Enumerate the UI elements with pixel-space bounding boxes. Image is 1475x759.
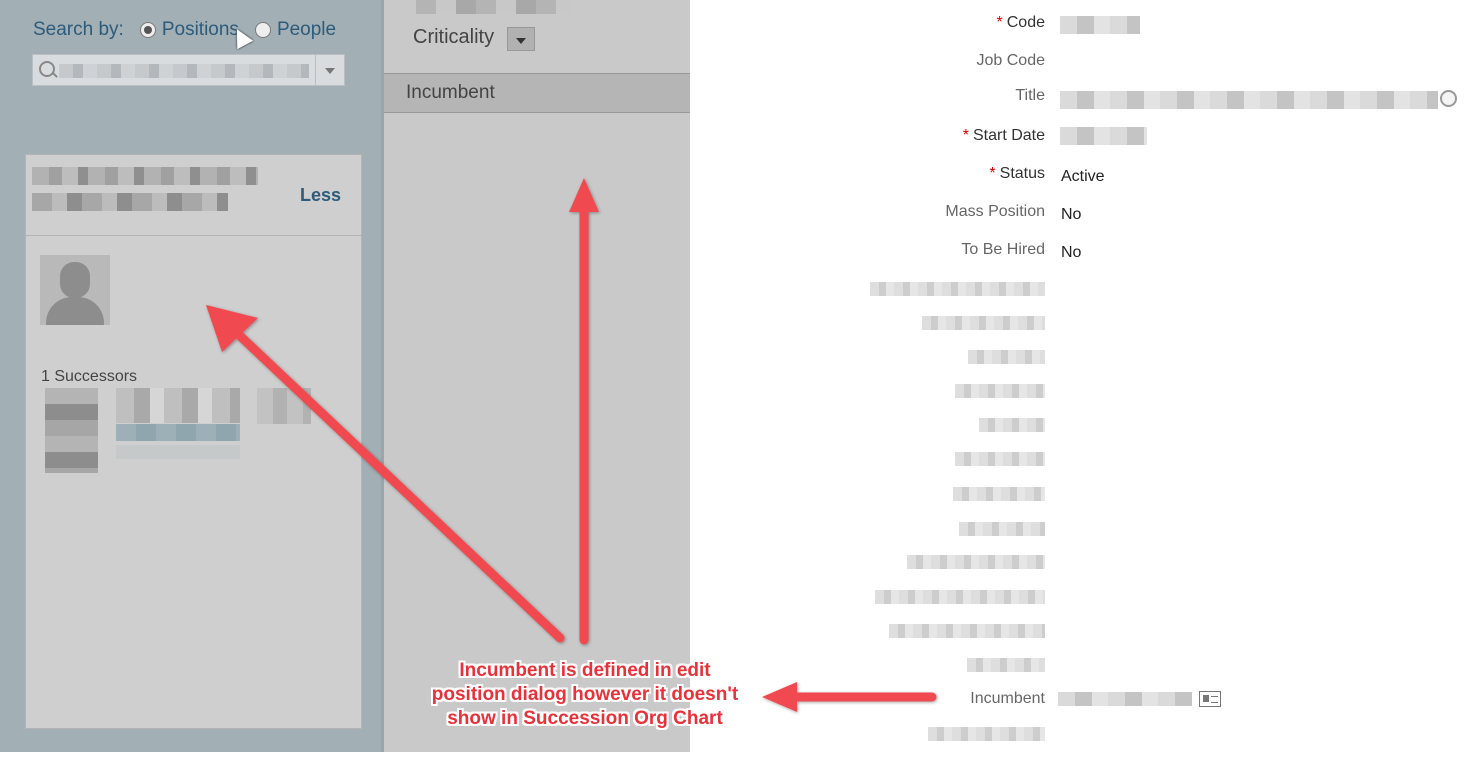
redacted-field-label: [955, 452, 1045, 466]
less-link[interactable]: Less: [300, 185, 341, 206]
start-date-value-redacted[interactable]: [1060, 127, 1147, 145]
position-subtitle-redacted: [32, 193, 228, 211]
status-value[interactable]: Active: [1061, 168, 1105, 186]
search-by-label: Search by:: [33, 19, 124, 40]
to-be-hired-value[interactable]: No: [1061, 244, 1081, 262]
redacted-field-label: [968, 350, 1045, 364]
redacted-field-label: [979, 418, 1045, 432]
divider: [26, 235, 361, 236]
successor-photo: [45, 388, 98, 473]
successor-link-redacted[interactable]: [116, 424, 240, 441]
to-be-hired-label: To Be Hired: [961, 241, 1045, 258]
avatar-placeholder-icon: [40, 255, 110, 325]
annotation-note: Incumbent is defined in edit position di…: [431, 660, 739, 729]
redacted-field-label: [967, 658, 1045, 672]
successor-detail-redacted: [116, 445, 240, 459]
search-by-row: Search by: Positions People: [33, 19, 336, 41]
criticality-dropdown-button[interactable]: [507, 27, 535, 51]
redacted-field-label: [875, 590, 1045, 604]
positions-radio[interactable]: [139, 22, 156, 38]
redacted-field-label: [953, 487, 1045, 501]
redacted-field-label: [928, 727, 1045, 741]
search-panel: Search by: Positions People Less 1 Succe…: [0, 0, 381, 752]
title-value-redacted[interactable]: [1060, 91, 1438, 109]
job-code-label: Job Code: [976, 52, 1046, 69]
status-label: * Status: [989, 165, 1045, 182]
position-details-panel: Criticality Incumbent: [381, 0, 690, 752]
title-label: Title: [1015, 87, 1045, 104]
redacted-field-label: [959, 522, 1045, 536]
search-input-value-redacted: [59, 64, 309, 78]
incumbent-section-label: Incumbent: [406, 82, 495, 103]
people-radio-label[interactable]: People: [277, 19, 336, 41]
successor-name-redacted: [116, 388, 240, 423]
search-input[interactable]: [32, 54, 345, 86]
redacted-field-label: [907, 555, 1045, 569]
search-icon: [39, 61, 55, 77]
arrowhead-form: [762, 682, 797, 712]
globe-icon[interactable]: [1440, 90, 1457, 107]
redacted-field-label: [889, 624, 1045, 638]
mass-position-label: Mass Position: [945, 203, 1045, 220]
incumbent-label: Incumbent: [970, 690, 1045, 707]
redacted-text: [416, 0, 571, 14]
chevron-down-icon[interactable]: [315, 55, 344, 85]
contact-card-icon[interactable]: [1199, 691, 1221, 707]
successors-count: 1 Successors: [41, 368, 138, 385]
redacted-field-label: [922, 316, 1045, 330]
position-title-redacted: [32, 167, 258, 185]
redacted-field-label: [870, 282, 1045, 296]
mass-position-value[interactable]: No: [1061, 206, 1081, 224]
position-card: Less 1 Successors: [25, 154, 362, 729]
positions-radio-label[interactable]: Positions: [162, 19, 239, 41]
successor-extra-redacted: [257, 388, 311, 424]
code-value-redacted[interactable]: [1060, 16, 1140, 34]
incumbent-value-redacted[interactable]: [1058, 692, 1192, 706]
incumbent-section: Incumbent: [384, 73, 690, 113]
criticality-label: Criticality: [413, 26, 495, 48]
people-radio[interactable]: [254, 22, 271, 38]
start-date-label: * Start Date: [962, 127, 1045, 144]
code-label: * Code: [996, 14, 1045, 31]
redacted-field-label: [955, 384, 1045, 398]
